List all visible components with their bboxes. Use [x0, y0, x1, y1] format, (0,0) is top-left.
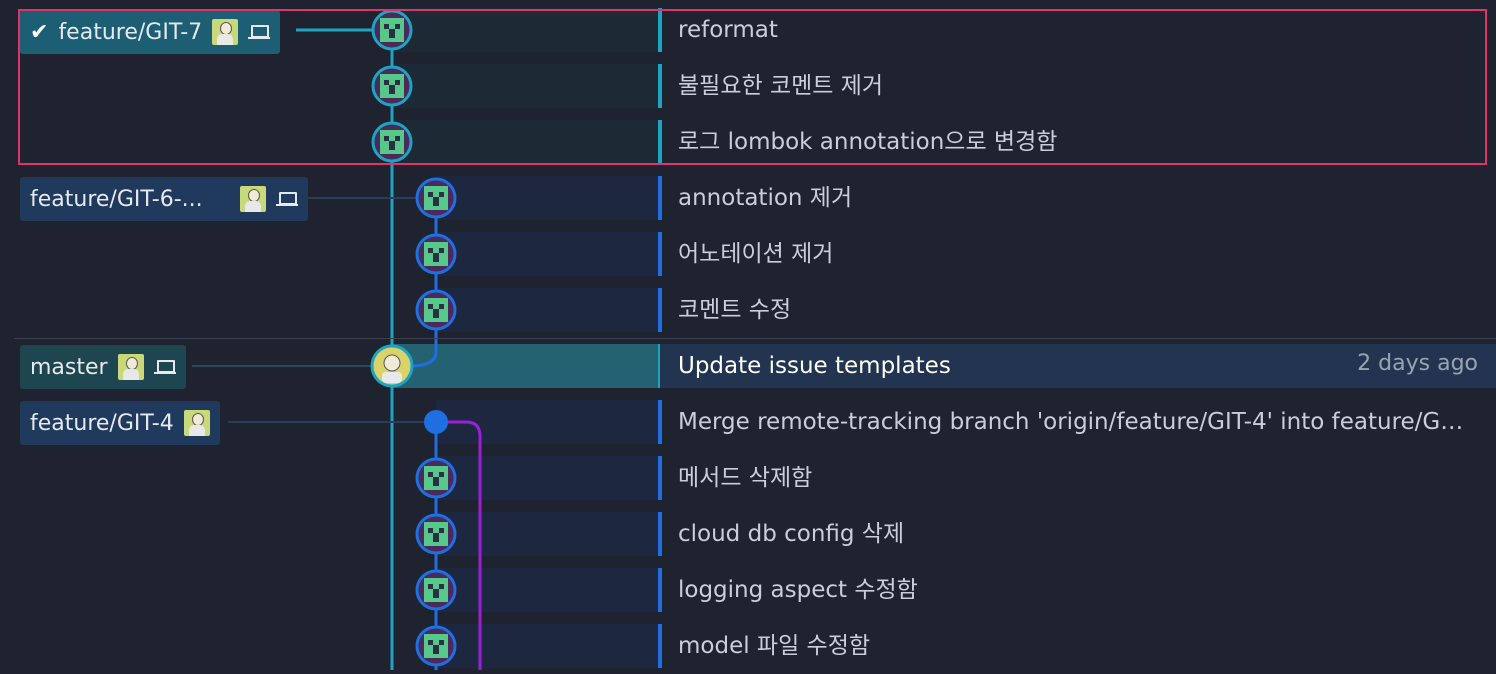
- avatar-icon: [212, 19, 239, 45]
- commit-row[interactable]: model 파일 수정함: [0, 618, 1496, 674]
- commit-row[interactable]: 불필요한 코멘트 제거: [0, 58, 1496, 114]
- commit-row[interactable]: 코멘트 수정: [0, 282, 1496, 338]
- commit-message: cloud db config 삭제: [678, 521, 905, 547]
- branch-label-feature-git-7[interactable]: ✔ feature/GIT-7: [20, 10, 281, 54]
- commit-message: model 파일 수정함: [678, 633, 871, 659]
- commit-message: 메서드 삭제함: [678, 465, 813, 491]
- branch-name: feature/GIT-6-...: [30, 186, 203, 212]
- branch-label-feature-git-6[interactable]: feature/GIT-6-...: [20, 177, 308, 221]
- commit-message: 어노테이션 제거: [678, 241, 834, 267]
- avatar-icon: [183, 410, 210, 436]
- commit-row[interactable]: 로그 lombok annotation으로 변경함: [0, 114, 1496, 170]
- commit-message: logging aspect 수정함: [678, 577, 918, 603]
- branch-name: feature/GIT-7: [58, 19, 203, 45]
- commit-message: Update issue templates: [678, 353, 951, 379]
- commit-row[interactable]: logging aspect 수정함: [0, 562, 1496, 618]
- laptop-icon: [276, 192, 298, 206]
- commit-message: 코멘트 수정: [678, 297, 792, 323]
- commit-row[interactable]: 메서드 삭제함: [0, 450, 1496, 506]
- commit-message: 불필요한 코멘트 제거: [678, 73, 884, 99]
- laptop-icon: [153, 360, 176, 374]
- avatar-icon: [240, 186, 266, 212]
- branch-label-master[interactable]: master: [20, 345, 186, 389]
- laptop-icon: [248, 25, 271, 39]
- commit-row[interactable]: cloud db config 삭제: [0, 506, 1496, 562]
- commit-row[interactable]: Merge remote-tracking branch 'origin/fea…: [0, 394, 1496, 450]
- commit-message: Merge remote-tracking branch 'origin/fea…: [678, 409, 1468, 435]
- commit-message: 로그 lombok annotation으로 변경함: [678, 129, 1058, 155]
- commit-message: annotation 제거: [678, 185, 853, 211]
- commit-message: reformat: [678, 17, 778, 43]
- check-icon: ✔: [30, 19, 49, 45]
- branch-label-feature-git-4[interactable]: feature/GIT-4: [20, 401, 220, 445]
- avatar-icon: [117, 354, 144, 380]
- commit-date: 2 days ago: [1357, 351, 1478, 376]
- commit-row-selected[interactable]: Update issue templates 2 days ago: [0, 338, 1496, 394]
- branch-name: master: [30, 354, 108, 380]
- commit-row[interactable]: 어노테이션 제거: [0, 226, 1496, 282]
- branch-name: feature/GIT-4: [30, 410, 174, 436]
